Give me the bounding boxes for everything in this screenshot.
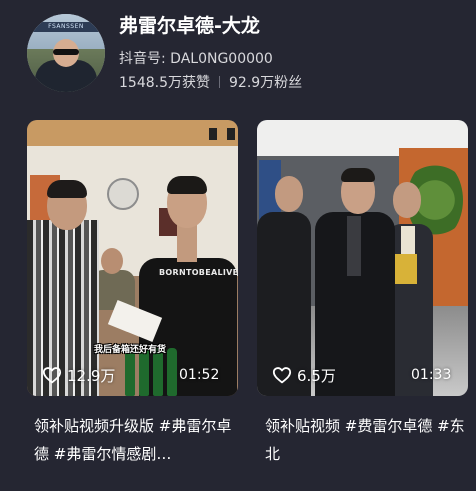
- douyin-id: 抖音号: DAL0NG00000: [119, 51, 273, 67]
- heart-outline-icon: [272, 367, 292, 384]
- ceiling-lamp: [209, 128, 217, 140]
- shirt-print: BORNTOBEALIVE: [159, 268, 238, 277]
- video-2-likes: 6.5万: [272, 364, 336, 386]
- person-center-hair: [341, 168, 375, 182]
- person-center-shirt: [347, 216, 361, 276]
- video-1-likes: 12.9万: [42, 364, 115, 386]
- video-card-1[interactable]: BORNTOBEALIVE 我后备箱还好有货: [27, 120, 238, 396]
- beer-bottle: [153, 348, 163, 396]
- video-1-duration: 01:52: [179, 367, 220, 383]
- like-count: 12.9万: [67, 366, 116, 385]
- video-subtitle: 我后备箱还好有货: [94, 345, 167, 355]
- beer-bottle: [167, 348, 177, 396]
- stats-divider: [219, 76, 220, 88]
- video-2-title[interactable]: 领补贴视频 #费雷尔卓德 #东北: [265, 412, 476, 468]
- likes-count: 1548.5万获赞: [119, 75, 210, 91]
- video-card-2[interactable]: [257, 120, 468, 396]
- person-left-head: [275, 176, 303, 212]
- fans-count: 92.9万粉丝: [229, 75, 303, 91]
- seated-person-head: [101, 248, 123, 274]
- video-1-title[interactable]: 领补贴视频升级版 #弗雷尔卓德 #弗雷尔情感剧…: [34, 412, 245, 468]
- heart-outline-icon: [42, 367, 62, 384]
- avatar-sunglasses: [53, 49, 79, 55]
- scene-ceiling: [27, 120, 238, 146]
- person-hair: [167, 176, 207, 194]
- gift-box: [395, 254, 417, 284]
- person-neck: [177, 224, 197, 262]
- beer-bottle: [139, 348, 149, 396]
- profile-avatar[interactable]: FSANSSEN: [27, 14, 105, 92]
- profile-stats: 1548.5万获赞 92.9万粉丝: [119, 74, 302, 92]
- avatar-banner-logo: FSANSSEN: [33, 22, 99, 32]
- person-right-head: [393, 182, 421, 218]
- beer-bottle: [125, 348, 135, 396]
- profile-name: 弗雷尔卓德-大龙: [119, 15, 260, 37]
- like-count: 6.5万: [297, 366, 336, 385]
- person-hair: [47, 180, 87, 198]
- video-2-duration: 01:33: [411, 367, 452, 383]
- ceiling-lamp: [227, 128, 235, 140]
- wall-fan: [107, 178, 139, 210]
